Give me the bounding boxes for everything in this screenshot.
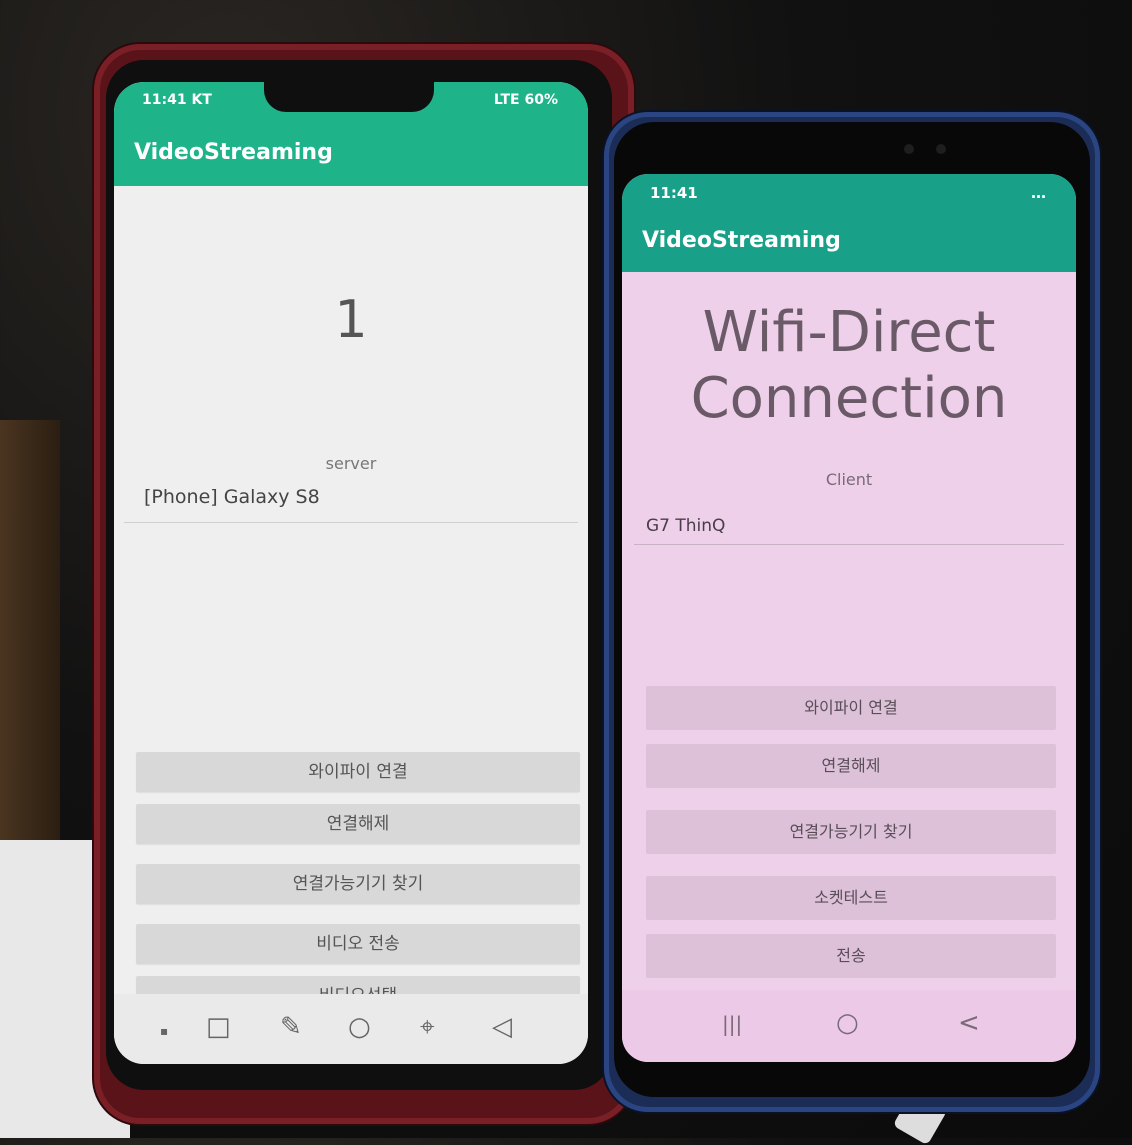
phone-body: 11:41 … VideoStreaming Wifi-Direct Conne…	[614, 122, 1090, 1097]
app-bar: VideoStreaming	[622, 210, 1076, 272]
divider	[124, 522, 578, 523]
phone-galaxy-s8: 11:41 … VideoStreaming Wifi-Direct Conne…	[604, 112, 1100, 1112]
app-bar: VideoStreaming	[114, 120, 588, 186]
connection-heading: Wifi-Direct Connection	[622, 300, 1076, 432]
notch	[264, 82, 434, 112]
status-indicators: LTE 60%	[493, 92, 558, 108]
phone-g7-thinq: 11:41 KT LTE 60% VideoStreaming 1 server…	[94, 44, 634, 1124]
home-icon[interactable]: ○	[348, 1012, 371, 1042]
find-devices-button[interactable]: 연결가능기기 찾기	[136, 864, 580, 904]
recent-apps-icon[interactable]: □	[206, 1012, 231, 1042]
device-list-item[interactable]: [Phone] Galaxy S8	[144, 486, 320, 508]
socket-test-button[interactable]: 소켓테스트	[646, 876, 1056, 920]
send-video-button[interactable]: 비디오 전송	[136, 924, 580, 964]
status-bar: 11:41 …	[622, 174, 1076, 210]
capture-icon[interactable]: ✎	[280, 1012, 302, 1042]
heading-line-1: Wifi-Direct	[702, 300, 996, 365]
send-button[interactable]: 전송	[646, 934, 1056, 978]
front-camera-icon	[904, 144, 914, 154]
connection-number: 1	[334, 290, 368, 350]
disconnect-button[interactable]: 연결해제	[136, 804, 580, 844]
phone2-screen: 11:41 … VideoStreaming Wifi-Direct Conne…	[622, 174, 1076, 1062]
app-title: VideoStreaming	[134, 140, 333, 165]
recent-apps-icon[interactable]: |||	[722, 1012, 742, 1036]
nav-dot-icon[interactable]: ▪	[160, 1024, 168, 1038]
navigation-bar: ||| ○ <	[622, 990, 1076, 1062]
status-time: 11:41	[650, 184, 698, 202]
disconnect-button[interactable]: 연결해제	[646, 744, 1056, 788]
wifi-connect-button[interactable]: 와이파이 연결	[136, 752, 580, 792]
home-icon[interactable]: ○	[836, 1008, 859, 1038]
role-label: Client	[825, 470, 873, 489]
back-icon[interactable]: ◁	[492, 1012, 512, 1042]
sensor-icon	[936, 144, 946, 154]
back-icon[interactable]: <	[958, 1008, 980, 1038]
phone1-screen: 11:41 KT LTE 60% VideoStreaming 1 server…	[114, 82, 588, 1064]
find-devices-button[interactable]: 연결가능기기 찾기	[646, 810, 1056, 854]
heading-line-2: Connection	[690, 366, 1008, 431]
phone-body: 11:41 KT LTE 60% VideoStreaming 1 server…	[106, 60, 612, 1090]
role-label: server	[325, 454, 377, 473]
status-time: 11:41 KT	[142, 92, 212, 108]
app-title: VideoStreaming	[642, 228, 841, 253]
desk-surface	[0, 420, 60, 840]
split-screen-icon[interactable]: ⌖	[420, 1012, 435, 1043]
divider	[634, 544, 1064, 545]
status-indicators: …	[1031, 184, 1046, 202]
navigation-bar: ▪ □ ✎ ○ ⌖ ◁	[114, 994, 588, 1064]
wifi-connect-button[interactable]: 와이파이 연결	[646, 686, 1056, 730]
device-list-item[interactable]: G7 ThinQ	[646, 516, 725, 536]
